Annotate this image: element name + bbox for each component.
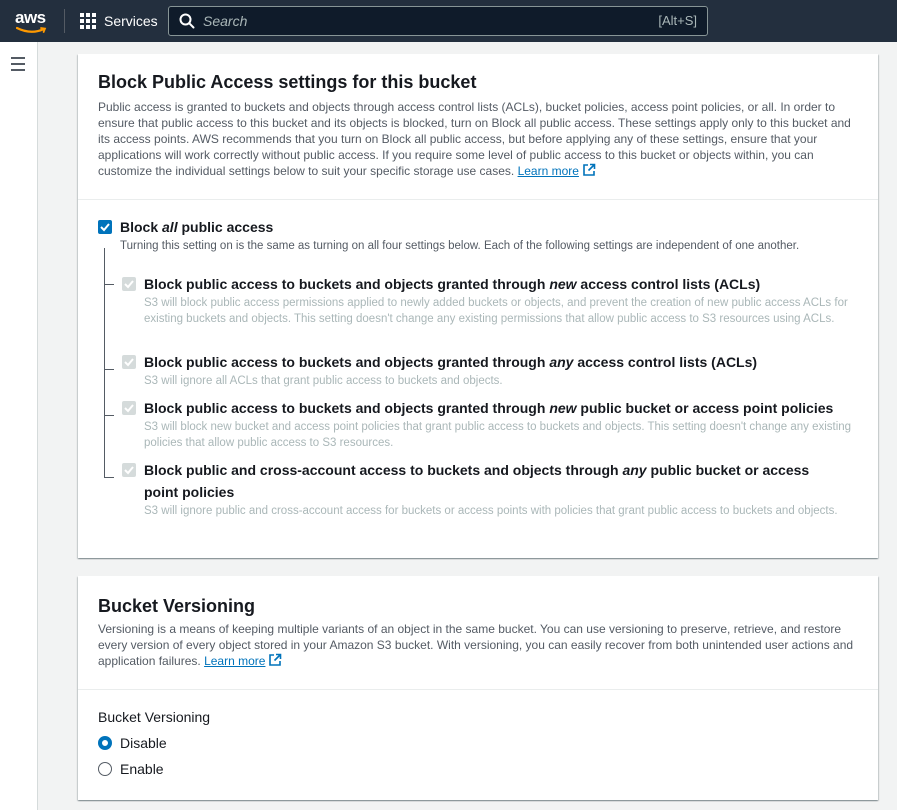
block-public-access-title: Block Public Access settings for this bu… xyxy=(98,72,477,92)
option-new-acls-checkbox[interactable] xyxy=(122,277,136,291)
aws-logo[interactable]: aws xyxy=(14,6,50,36)
option-any-acls-description: S3 will ignore all ACLs that grant publi… xyxy=(144,375,503,387)
option-any-acls-label[interactable]: Block public access to buckets and objec… xyxy=(144,351,864,373)
settings-tree-line xyxy=(104,248,105,477)
option-new-policies-checkbox[interactable] xyxy=(122,401,136,415)
versioning-disable-label[interactable]: Disable xyxy=(120,735,167,751)
top-navigation-bar: aws Services [Alt+S] xyxy=(0,0,897,42)
bucket-versioning-title: Bucket Versioning xyxy=(98,596,256,616)
settings-tree-branch xyxy=(104,415,114,416)
search-shortcut-hint: [Alt+S] xyxy=(658,13,697,28)
block-all-label[interactable]: Block all public access xyxy=(120,216,273,238)
checkmark-icon xyxy=(124,466,134,475)
block-all-checkbox[interactable] xyxy=(98,220,112,234)
menu-hamburger-icon[interactable] xyxy=(11,57,25,75)
option-new-policies-label[interactable]: Block public access to buckets and objec… xyxy=(144,397,864,419)
block-all-description: Turning this setting on is the same as t… xyxy=(120,240,800,252)
search-input[interactable] xyxy=(203,11,603,31)
search-icon xyxy=(179,13,195,29)
option-cross-account-description: S3 will ignore public and cross-account … xyxy=(144,505,838,517)
checkmark-icon xyxy=(124,404,134,413)
option-cross-account-checkbox[interactable] xyxy=(122,463,136,477)
settings-tree-branch xyxy=(104,369,114,370)
services-menu-button[interactable]: Services xyxy=(80,11,158,31)
learn-more-link[interactable]: Learn more xyxy=(204,654,265,668)
option-new-acls-description: S3 will block public access permissions … xyxy=(144,297,848,325)
aws-smile-icon xyxy=(16,26,47,33)
bucket-versioning-panel: Bucket Versioning Versioning is a means … xyxy=(78,576,878,800)
versioning-enable-radio[interactable] xyxy=(98,762,112,776)
services-label: Services xyxy=(104,13,158,29)
checkmark-icon xyxy=(124,358,134,367)
external-link-icon xyxy=(583,163,596,176)
settings-tree-branch xyxy=(104,284,114,285)
bucket-versioning-description: Versioning is a means of keeping multipl… xyxy=(98,622,854,668)
external-link-icon xyxy=(269,653,282,666)
checkmark-icon xyxy=(100,223,110,232)
option-cross-account-label[interactable]: Block public and cross-account access to… xyxy=(144,459,844,503)
settings-tree-branch xyxy=(104,477,114,478)
versioning-disable-radio[interactable] xyxy=(98,736,112,750)
option-new-policies-description: S3 will block new bucket and access poin… xyxy=(144,421,852,449)
versioning-enable-label[interactable]: Enable xyxy=(120,761,164,777)
aws-logo-text: aws xyxy=(15,8,46,27)
nav-divider xyxy=(64,9,65,33)
left-side-rail xyxy=(0,42,38,810)
option-any-acls-checkbox[interactable] xyxy=(122,355,136,369)
block-public-access-header: Block Public Access settings for this bu… xyxy=(78,54,878,200)
search-box[interactable]: [Alt+S] xyxy=(168,6,708,36)
services-grid-icon xyxy=(80,13,96,29)
option-new-acls-label[interactable]: Block public access to buckets and objec… xyxy=(144,273,864,295)
block-public-access-description: Public access is granted to buckets and … xyxy=(98,100,851,178)
learn-more-link[interactable]: Learn more xyxy=(518,164,579,178)
bucket-versioning-header: Bucket Versioning Versioning is a means … xyxy=(78,576,878,690)
bucket-versioning-field-label: Bucket Versioning xyxy=(98,709,211,725)
checkmark-icon xyxy=(124,280,134,289)
